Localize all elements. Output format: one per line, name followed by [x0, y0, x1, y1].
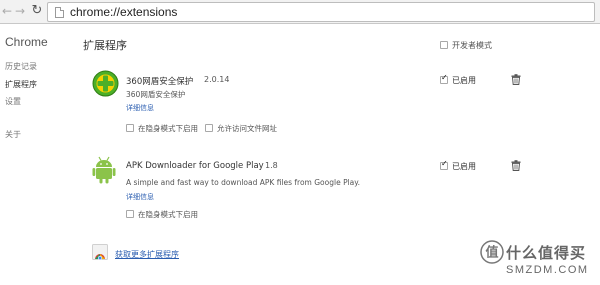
back-arrow-icon[interactable]: ←: [0, 4, 14, 18]
extension-description: 360网盾安全保护: [126, 90, 186, 99]
file-access-option[interactable]: 允许访问文件网址: [205, 123, 277, 133]
extension-description: A simple and fast way to download APK fi…: [126, 178, 361, 187]
sidebar-item-settings[interactable]: 设置: [5, 96, 21, 107]
enabled-checkbox[interactable]: [440, 73, 448, 84]
incognito-option[interactable]: 在隐身模式下启用: [126, 209, 198, 219]
extension-name: APK Downloader for Google Play: [126, 161, 264, 171]
trash-icon[interactable]: [511, 74, 521, 85]
watermark-name: 什么值得买: [506, 244, 587, 262]
enabled-label: 已启用: [452, 76, 476, 85]
sidebar-title: Chrome: [5, 35, 48, 49]
smzdm-logo-icon: 值: [480, 240, 504, 264]
incognito-option[interactable]: 在隐身模式下启用: [126, 123, 198, 133]
page-icon: [55, 7, 64, 18]
trash-icon[interactable]: [511, 160, 521, 171]
enabled-toggle[interactable]: 已启用: [440, 159, 476, 171]
incognito-label: 在隐身模式下启用: [138, 210, 198, 219]
extension-version: 1.8: [265, 161, 278, 170]
page-title: 扩展程序: [83, 39, 127, 52]
enabled-toggle[interactable]: 已启用: [440, 73, 476, 85]
file-access-label: 允许访问文件网址: [217, 124, 277, 133]
browser-toolbar: ← → ↻ chrome://extensions: [0, 0, 600, 24]
360-shield-icon: [92, 70, 119, 97]
incognito-checkbox[interactable]: [126, 123, 134, 132]
dev-mode-checkbox[interactable]: [440, 40, 448, 49]
incognito-label: 在隐身模式下启用: [138, 124, 198, 133]
enabled-label: 已启用: [452, 162, 476, 171]
sidebar-item-about[interactable]: 关于: [5, 129, 21, 140]
extension-name: 360网盾安全保护: [126, 77, 194, 87]
android-robot-icon: [92, 156, 116, 184]
forward-arrow-icon[interactable]: →: [13, 4, 27, 18]
enabled-checkbox[interactable]: [440, 159, 448, 170]
dev-mode-label: 开发者模式: [452, 41, 492, 50]
watermark-domain: SMZDM.COM: [506, 264, 589, 276]
address-bar[interactable]: chrome://extensions: [47, 2, 595, 22]
details-link[interactable]: 详细信息: [126, 103, 154, 113]
chrome-webstore-icon[interactable]: [92, 244, 108, 260]
file-access-checkbox[interactable]: [205, 123, 213, 132]
dev-mode-toggle[interactable]: 开发者模式: [440, 40, 492, 50]
extension-version: 2.0.14: [204, 75, 230, 84]
details-link[interactable]: 详细信息: [126, 192, 154, 202]
sidebar-item-extensions[interactable]: 扩展程序: [5, 79, 37, 90]
reload-icon[interactable]: ↻: [30, 4, 44, 18]
sidebar-item-history[interactable]: 历史记录: [5, 61, 37, 72]
incognito-checkbox[interactable]: [126, 209, 134, 218]
svg-text:值: 值: [485, 245, 498, 261]
get-more-extensions-link[interactable]: 获取更多扩展程序: [115, 249, 179, 260]
url-text[interactable]: chrome://extensions: [70, 5, 177, 19]
